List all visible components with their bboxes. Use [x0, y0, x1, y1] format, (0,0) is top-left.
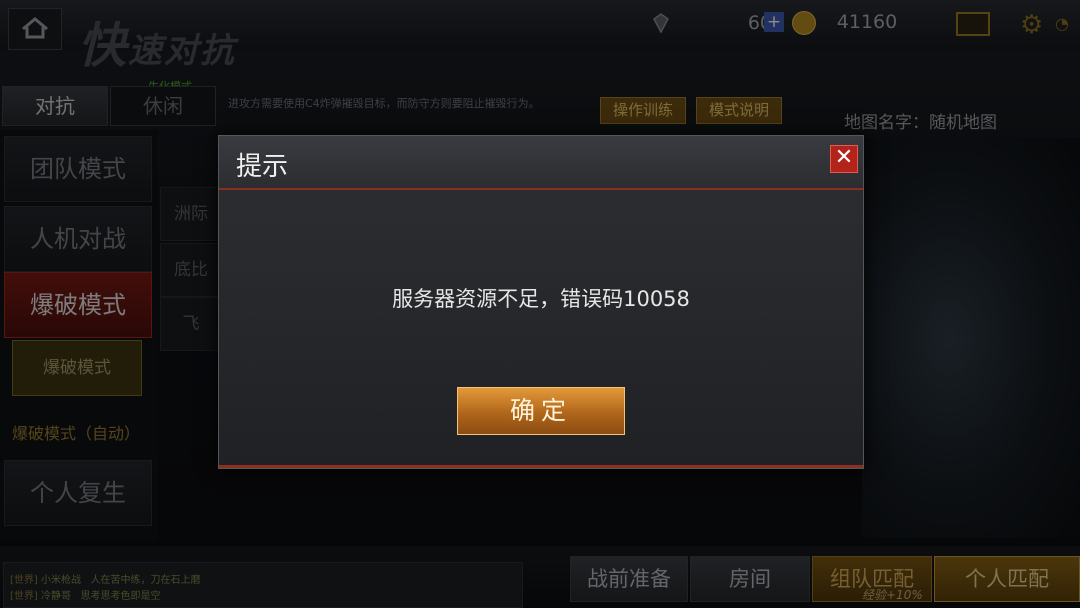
- dialog-title: 提示: [236, 152, 289, 182]
- confirm-button[interactable]: 确定: [457, 387, 625, 435]
- dialog-footer-line: [219, 465, 863, 468]
- dialog-message: 服务器资源不足，错误码10058: [392, 287, 690, 311]
- close-icon[interactable]: ✕: [830, 145, 858, 173]
- error-dialog: 提示 ✕ 服务器资源不足，错误码10058 确定: [218, 135, 864, 469]
- dialog-header: 提示 ✕: [219, 136, 863, 190]
